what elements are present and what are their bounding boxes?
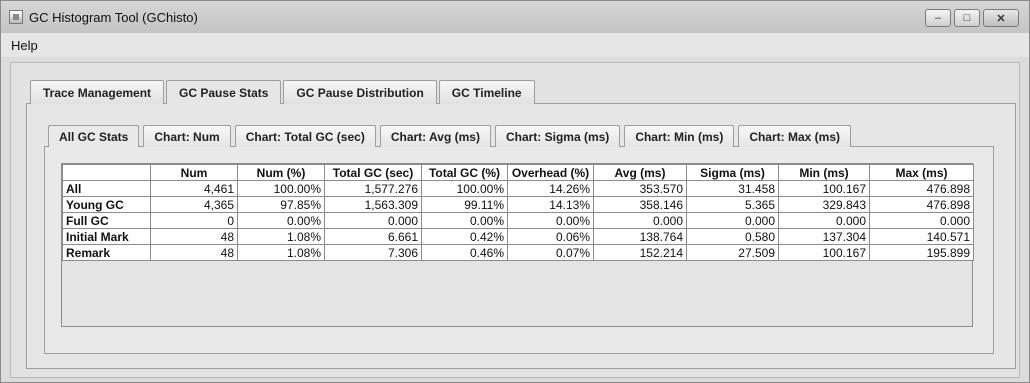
outer-tab-strip: Trace Management GC Pause Stats GC Pause… xyxy=(30,80,537,104)
cell-sigma-ms: 5.365 xyxy=(686,196,779,213)
gc-stats-table: Num Num (%) Total GC (sec) Total GC (%) … xyxy=(62,164,974,261)
column-header-total-gc-sec[interactable]: Total GC (sec) xyxy=(324,164,422,181)
cell-min-ms: 137.304 xyxy=(778,228,870,245)
cell-overhead-pct: 14.26% xyxy=(507,180,594,197)
column-header-total-gc-pct[interactable]: Total GC (%) xyxy=(421,164,508,181)
column-header-max-ms[interactable]: Max (ms) xyxy=(869,164,974,181)
cell-avg-ms: 358.146 xyxy=(593,196,687,213)
cell-overhead-pct: 0.06% xyxy=(507,228,594,245)
cell-total-gc-sec: 6.661 xyxy=(324,228,422,245)
cell-total-gc-pct: 100.00% xyxy=(421,180,508,197)
inner-tab-strip: All GC Stats Chart: Num Chart: Total GC … xyxy=(48,125,855,147)
cell-num-pct: 100.00% xyxy=(237,180,325,197)
row-label: Initial Mark xyxy=(62,228,151,245)
cell-overhead-pct: 0.00% xyxy=(507,212,594,229)
cell-max-ms: 0.000 xyxy=(869,212,974,229)
cell-avg-ms: 0.000 xyxy=(593,212,687,229)
tab-chart-total-gc[interactable]: Chart: Total GC (sec) xyxy=(234,125,376,147)
window-title: GC Histogram Tool (GChisto) xyxy=(29,9,198,25)
cell-avg-ms: 138.764 xyxy=(593,228,687,245)
tab-chart-max[interactable]: Chart: Max (ms) xyxy=(738,125,851,147)
cell-total-gc-pct: 0.00% xyxy=(421,212,508,229)
tab-chart-avg[interactable]: Chart: Avg (ms) xyxy=(379,125,491,147)
cell-num: 4,365 xyxy=(150,196,238,213)
cell-total-gc-sec: 1,563.309 xyxy=(324,196,422,213)
table-row[interactable]: All 4,461 100.00% 1,577.276 100.00% 14.2… xyxy=(62,180,974,197)
cell-min-ms: 0.000 xyxy=(778,212,870,229)
menu-help[interactable]: Help xyxy=(11,38,38,53)
cell-min-ms: 329.843 xyxy=(778,196,870,213)
column-header-min-ms[interactable]: Min (ms) xyxy=(778,164,870,181)
tab-gc-pause-distribution[interactable]: GC Pause Distribution xyxy=(283,80,437,104)
cell-num: 0 xyxy=(150,212,238,229)
cell-total-gc-pct: 99.11% xyxy=(421,196,508,213)
table-row[interactable]: Remark 48 1.08% 7.306 0.46% 0.07% 152.21… xyxy=(62,244,974,261)
cell-avg-ms: 152.214 xyxy=(593,244,687,261)
cell-overhead-pct: 14.13% xyxy=(507,196,594,213)
cell-max-ms: 195.899 xyxy=(869,244,974,261)
cell-num-pct: 1.08% xyxy=(237,244,325,261)
close-button[interactable]: ✕ xyxy=(983,9,1019,27)
cell-total-gc-sec: 0.000 xyxy=(324,212,422,229)
cell-avg-ms: 353.570 xyxy=(593,180,687,197)
row-label: Remark xyxy=(62,244,151,261)
maximize-button[interactable]: □ xyxy=(954,9,980,27)
tab-all-gc-stats[interactable]: All GC Stats xyxy=(48,125,140,147)
cell-min-ms: 100.167 xyxy=(778,180,870,197)
cell-overhead-pct: 0.07% xyxy=(507,244,594,261)
cell-num-pct: 1.08% xyxy=(237,228,325,245)
window-controls: – □ ✕ xyxy=(925,9,1019,27)
column-header-num[interactable]: Num xyxy=(150,164,238,181)
cell-max-ms: 140.571 xyxy=(869,228,974,245)
title-bar[interactable]: GC Histogram Tool (GChisto) – □ ✕ xyxy=(1,1,1029,33)
table-row[interactable]: Full GC 0 0.00% 0.000 0.00% 0.00% 0.000 … xyxy=(62,212,974,229)
cell-max-ms: 476.898 xyxy=(869,180,974,197)
cell-sigma-ms: 31.458 xyxy=(686,180,779,197)
row-label: Young GC xyxy=(62,196,151,213)
tab-chart-min[interactable]: Chart: Min (ms) xyxy=(624,125,735,147)
cell-total-gc-sec: 1,577.276 xyxy=(324,180,422,197)
cell-min-ms: 100.167 xyxy=(778,244,870,261)
row-label: Full GC xyxy=(62,212,151,229)
cell-total-gc-pct: 0.42% xyxy=(421,228,508,245)
cell-sigma-ms: 0.000 xyxy=(686,212,779,229)
cell-num-pct: 0.00% xyxy=(237,212,325,229)
column-header-avg-ms[interactable]: Avg (ms) xyxy=(593,164,687,181)
column-header-corner xyxy=(62,164,151,181)
stats-table-container[interactable]: Num Num (%) Total GC (sec) Total GC (%) … xyxy=(61,163,974,327)
table-row[interactable]: Young GC 4,365 97.85% 1,563.309 99.11% 1… xyxy=(62,196,974,213)
column-header-sigma-ms[interactable]: Sigma (ms) xyxy=(686,164,779,181)
tab-chart-num[interactable]: Chart: Num xyxy=(143,125,231,147)
cell-sigma-ms: 27.509 xyxy=(686,244,779,261)
cell-max-ms: 476.898 xyxy=(869,196,974,213)
cell-sigma-ms: 0.580 xyxy=(686,228,779,245)
tab-trace-management[interactable]: Trace Management xyxy=(30,80,165,104)
cell-num: 48 xyxy=(150,244,238,261)
column-header-num-pct[interactable]: Num (%) xyxy=(237,164,325,181)
table-header-row: Num Num (%) Total GC (sec) Total GC (%) … xyxy=(62,164,974,181)
cell-num: 4,461 xyxy=(150,180,238,197)
column-header-overhead-pct[interactable]: Overhead (%) xyxy=(507,164,594,181)
cell-total-gc-sec: 7.306 xyxy=(324,244,422,261)
cell-total-gc-pct: 0.46% xyxy=(421,244,508,261)
minimize-button[interactable]: – xyxy=(925,9,951,27)
tab-gc-timeline[interactable]: GC Timeline xyxy=(438,80,535,104)
table-row[interactable]: Initial Mark 48 1.08% 6.661 0.42% 0.06% … xyxy=(62,228,974,245)
tab-chart-sigma[interactable]: Chart: Sigma (ms) xyxy=(494,125,621,147)
row-label: All xyxy=(62,180,151,197)
tab-gc-pause-stats[interactable]: GC Pause Stats xyxy=(166,80,282,104)
cell-num-pct: 97.85% xyxy=(237,196,325,213)
menu-bar: Help xyxy=(1,33,1029,57)
cell-num: 48 xyxy=(150,228,238,245)
app-icon xyxy=(9,10,23,24)
